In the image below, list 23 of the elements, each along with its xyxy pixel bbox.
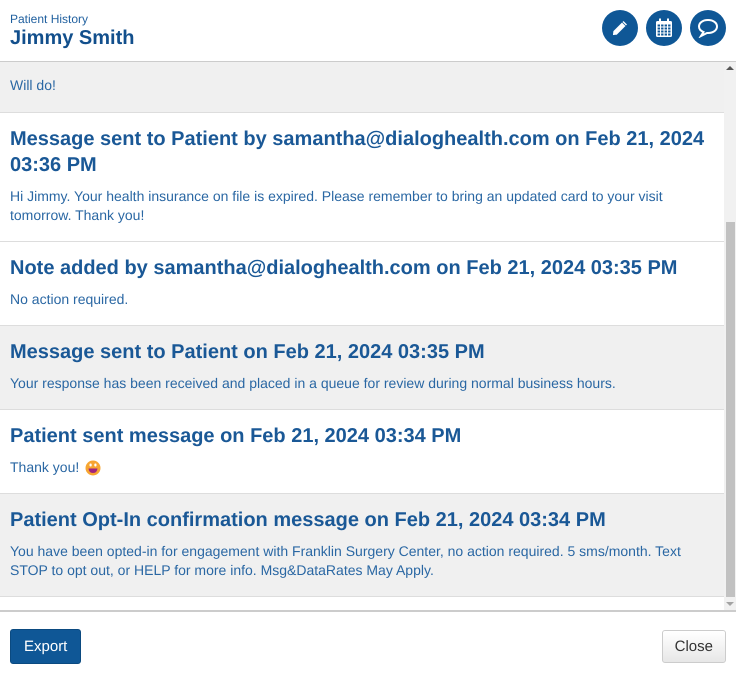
patient-name: Jimmy Smith: [10, 26, 134, 50]
entry-text: Hi Jimmy. Your health insurance on file is expired. Please remember to bring an updated card to your visit tomorrow. Thank you!: [10, 187, 664, 225]
header-subtitle: Patient History: [10, 12, 90, 26]
speech-bubble-icon: [697, 18, 719, 38]
close-button[interactable]: Close: [662, 630, 726, 663]
pencil-icon: [611, 18, 629, 36]
entry-heading: Message sent to Patient by samantha@dialoghealth.com on Feb 21, 2024 03:36 PM: [10, 127, 706, 178]
entry-text: Will do!: [10, 76, 56, 95]
entry-text: You have been opted-in for engagement with Franklin Surgery Center, no action required. 5 sms/month. Text STOP to opt out, or HELP for more info. Msg&DataRates May Apply.: [10, 542, 682, 580]
scrollbar[interactable]: [724, 62, 736, 610]
entry-text: No action required.: [10, 290, 128, 309]
entry-text: Your response has been received and placed in a queue for review during normal business hours.: [10, 374, 616, 393]
export-button[interactable]: Export: [10, 629, 82, 664]
entry-heading: Patient Opt-In confirmation message on Feb 21, 2024 03:34 PM: [10, 508, 607, 533]
calendar-icon: [655, 18, 673, 38]
entry-heading: Patient sent message on Feb 21, 2024 03:34 PM: [10, 424, 462, 449]
chat-button[interactable]: [690, 10, 726, 46]
entry-heading: Message sent to Patient on Feb 21, 2024 03:35 PM: [10, 340, 486, 365]
edit-button[interactable]: [602, 10, 638, 46]
entry-text: Thank you!: [10, 458, 80, 477]
entry-heading: Note added by samantha@dialoghealth.com on Feb 21, 2024 03:35 PM: [10, 256, 678, 281]
grinning-face-icon: [85, 460, 102, 476]
calendar-button[interactable]: [646, 10, 682, 46]
